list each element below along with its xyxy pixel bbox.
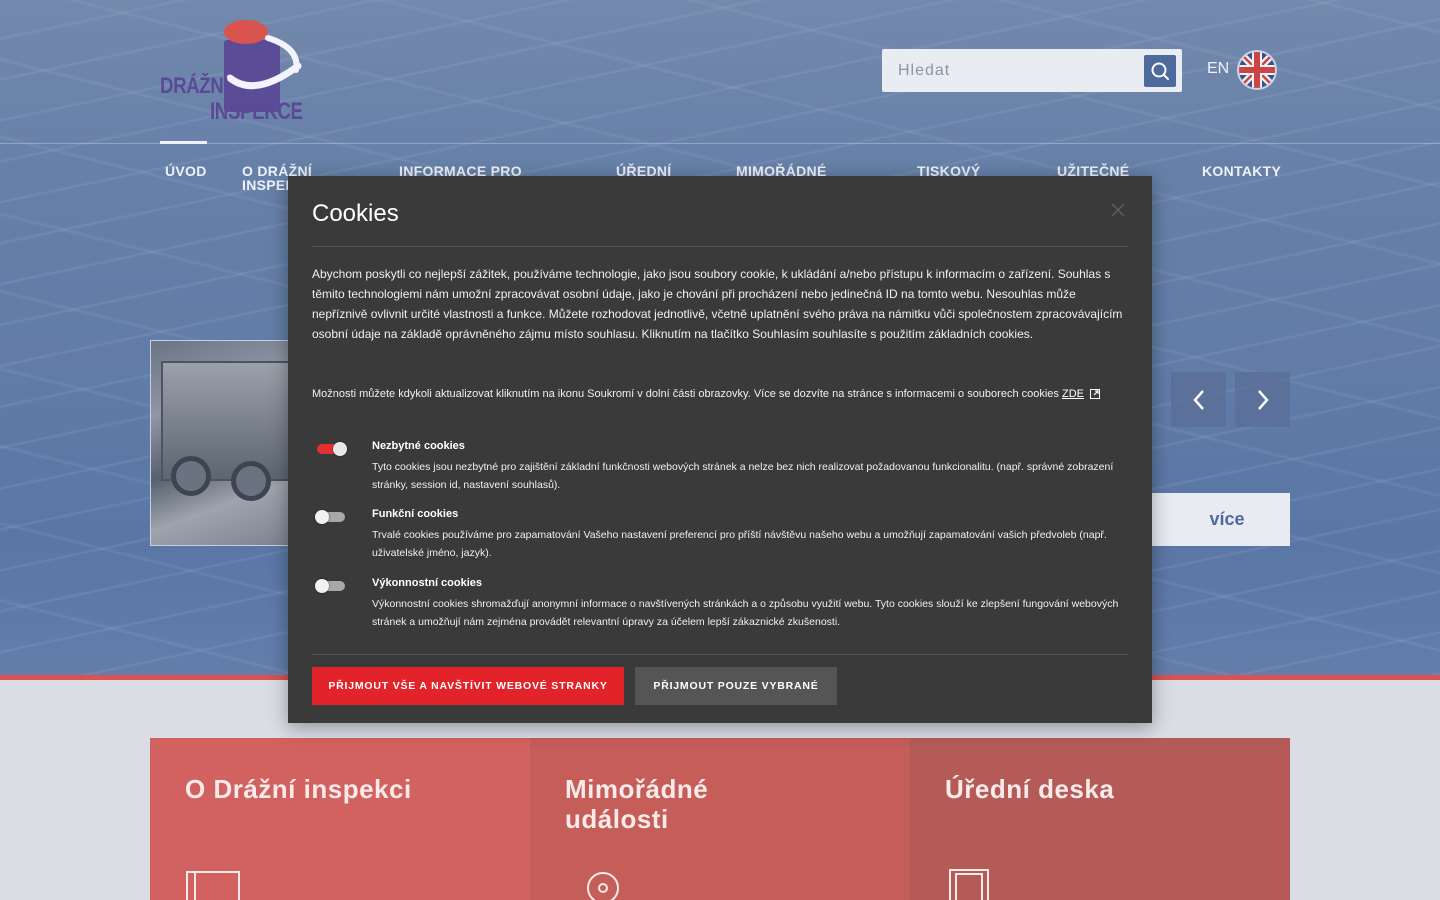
cookie-category-title: Nezbytné cookies [372,440,465,452]
cookie-category-description: Výkonnostní cookies shromažďují anonymní… [372,598,1119,628]
close-icon[interactable] [1108,200,1128,220]
toggle-necessary[interactable] [317,442,347,456]
cookie-options-text: Možnosti můžete kdykoli aktualizovat kli… [312,386,1128,402]
toggle-functional[interactable] [315,510,345,524]
toggle-knob [315,579,329,593]
toggle-performance[interactable] [315,579,345,593]
cookie-category-title: Výkonnostní cookies [372,577,483,589]
accept-selected-button[interactable]: PŘIJMOUT POUZE VYBRANÉ [635,667,837,705]
toggle-knob [333,442,347,456]
toggle-knob [315,510,329,524]
accept-all-button[interactable]: PŘIJMOUT VŠE A NAVŠTÍVIT WEBOVÉ STRANKY [312,667,624,705]
cookie-category-title: Funkční cookies [372,508,459,520]
dialog-divider [312,246,1128,247]
cookie-category-description: Trvalé cookies používáme pro zapamatován… [372,529,1107,559]
dialog-divider [312,654,1128,655]
cookie-category-description: Tyto cookies jsou nezbytné pro zajištění… [372,461,1114,491]
cookie-options-sentence: Možnosti můžete kdykoli aktualizovat kli… [312,388,1059,400]
cookie-dialog-title: Cookies [312,200,399,227]
external-link-icon [1089,389,1100,399]
cookie-info-link[interactable]: ZDE [1062,388,1084,400]
cookie-dialog: Cookies Abychom poskytli co nejlepší záž… [288,176,1152,723]
cookie-intro-text: Abychom poskytli co nejlepší zážitek, po… [312,267,1123,341]
